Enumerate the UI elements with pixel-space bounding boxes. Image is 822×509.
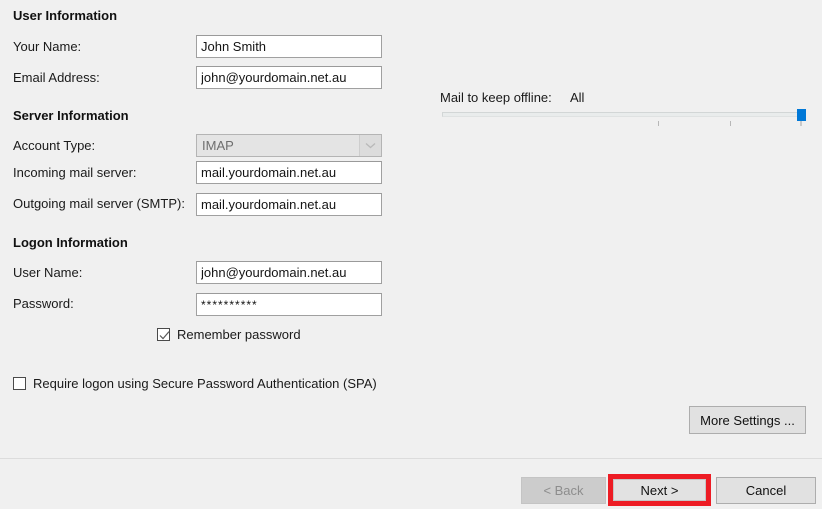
password-input[interactable] (196, 293, 382, 316)
label-account-type: Account Type: (13, 138, 95, 153)
label-password: Password: (13, 296, 74, 311)
next-button[interactable]: Next > (613, 479, 706, 501)
spa-label: Require logon using Secure Password Auth… (33, 376, 377, 391)
label-incoming-mail-server: Incoming mail server: (13, 165, 137, 180)
label-user-name: User Name: (13, 265, 82, 280)
slider-thumb[interactable] (797, 109, 806, 121)
slider-track[interactable] (442, 112, 806, 117)
section-heading-user-information: User Information (13, 8, 117, 23)
cancel-button[interactable]: Cancel (716, 477, 816, 504)
incoming-mail-server-input[interactable] (196, 161, 382, 184)
remember-password-label: Remember password (177, 327, 301, 342)
mail-to-keep-offline-label: Mail to keep offline: (440, 90, 552, 105)
user-name-input[interactable] (196, 261, 382, 284)
account-settings-dialog: User Information Your Name: Email Addres… (0, 0, 822, 509)
outgoing-mail-server-input[interactable] (196, 193, 382, 216)
section-heading-logon-information: Logon Information (13, 235, 128, 250)
checkmark-icon (159, 330, 170, 341)
mail-to-keep-offline-value: All (570, 90, 584, 105)
spa-checkbox-row[interactable]: Require logon using Secure Password Auth… (13, 376, 377, 391)
slider-tick (658, 121, 659, 126)
email-address-input[interactable] (196, 66, 382, 89)
footer-divider (0, 458, 822, 459)
remember-password-checkbox[interactable] (157, 328, 170, 341)
label-outgoing-mail-server: Outgoing mail server (SMTP): (13, 196, 185, 211)
account-type-select[interactable]: IMAP (196, 134, 382, 157)
chevron-down-icon[interactable] (359, 135, 381, 156)
label-email-address: Email Address: (13, 70, 100, 85)
spa-checkbox[interactable] (13, 377, 26, 390)
your-name-input[interactable] (196, 35, 382, 58)
more-settings-button[interactable]: More Settings ... (689, 406, 806, 434)
section-heading-server-information: Server Information (13, 108, 129, 123)
label-your-name: Your Name: (13, 39, 81, 54)
mail-to-keep-offline-slider[interactable] (442, 108, 806, 128)
back-button[interactable]: < Back (521, 477, 606, 504)
slider-tick (730, 121, 731, 126)
account-type-value: IMAP (197, 138, 359, 153)
remember-password-checkbox-row[interactable]: Remember password (157, 327, 301, 342)
